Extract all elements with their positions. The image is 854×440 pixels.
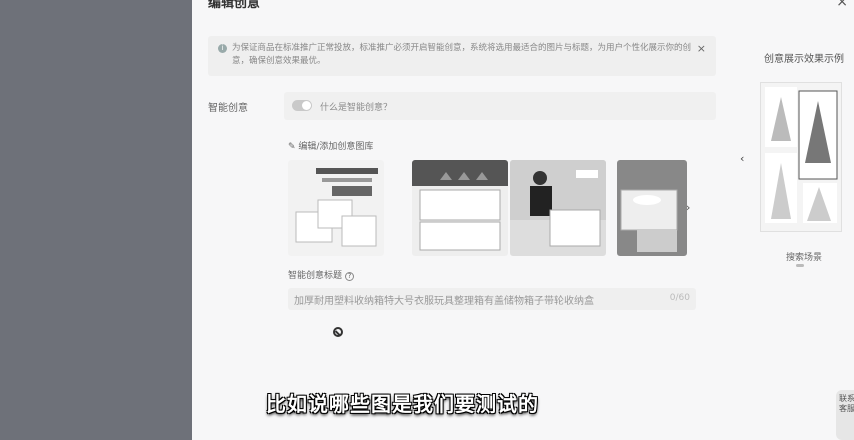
carousel-dots[interactable]: [796, 264, 804, 267]
preview-caption: 搜索场景: [786, 253, 823, 263]
preview-title: 创意展示效果示例: [764, 54, 844, 65]
not-allowed-cursor-icon: [333, 327, 343, 337]
notice-close-icon[interactable]: ×: [697, 42, 706, 55]
smart-title-label-text: 智能创意标题: [288, 271, 343, 281]
creative-image-3[interactable]: [510, 160, 606, 256]
preview-card: [760, 82, 842, 232]
drawer-title: 编辑创意: [208, 0, 261, 11]
smart-creative-row: 什么是智能创意？: [284, 92, 716, 120]
chevron-left-icon[interactable]: ‹: [740, 152, 744, 165]
chevron-right-icon[interactable]: ›: [686, 201, 690, 214]
what-is-smart-creative-link[interactable]: 什么是智能创意？: [320, 100, 392, 113]
customer-service-button[interactable]: 联系客服: [836, 390, 854, 440]
smart-title-input[interactable]: 加厚耐用塑料收纳箱特大号衣服玩具整理箱有盖储物箱子带轮收纳盒 0/60: [288, 288, 696, 310]
smart-title-label: 智能创意标题?: [288, 268, 355, 281]
video-subtitle: 比如说哪些图是我们要测试的: [266, 392, 539, 416]
creative-image-4[interactable]: [617, 160, 687, 256]
notice-banner: i 为保证商品在标准推广正常投放，标准推广必须开启智能创意，系统将选用最适合的图…: [208, 36, 716, 76]
info-icon: i: [218, 44, 227, 53]
help-icon[interactable]: ?: [345, 272, 355, 281]
notice-text: 为保证商品在标准推广正常投放，标准推广必须开启智能创意，系统将选用最适合的图片与…: [232, 43, 692, 66]
close-icon[interactable]: ×: [836, 0, 848, 10]
smart-title-value: 加厚耐用塑料收纳箱特大号衣服玩具整理箱有盖储物箱子带轮收纳盒: [294, 296, 594, 307]
creative-image-1[interactable]: [288, 160, 384, 256]
title-char-counter: 0/60: [669, 293, 690, 303]
smart-creative-toggle[interactable]: [292, 100, 312, 111]
edit-gallery-link[interactable]: ✎ 编辑/添加创意图库: [288, 139, 373, 152]
edit-creative-drawer: 编辑创意 × i 为保证商品在标准推广正常投放，标准推广必须开启智能创意，系统将…: [192, 0, 854, 440]
modal-overlay[interactable]: [0, 0, 192, 440]
smart-creative-label: 智能创意: [208, 103, 248, 114]
creative-image-2[interactable]: [412, 160, 508, 256]
